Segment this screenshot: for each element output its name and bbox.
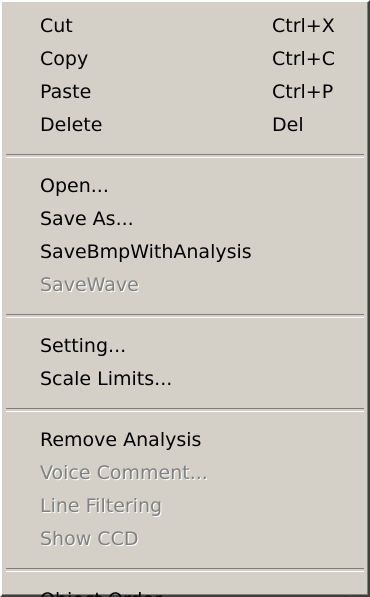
menu-item-label: Show CCD: [40, 528, 139, 550]
context-menu: Cut Ctrl+X Copy Ctrl+C Paste Ctrl+P Dele…: [0, 0, 370, 597]
shortcut-label: Ctrl+C: [272, 48, 335, 70]
menu-item-label: Object Order: [40, 589, 162, 597]
menu-item-label: SaveWave: [40, 274, 139, 296]
menu-item-label: SaveBmpWithAnalysis: [40, 241, 252, 263]
menu-item-copy[interactable]: Copy Ctrl+C: [2, 43, 368, 76]
menu-item-label: Cut: [40, 15, 73, 37]
menu-item-label: Scale Limits...: [40, 368, 173, 390]
menu-item-label: Open...: [40, 175, 109, 197]
menu-item-save-as[interactable]: Save As...: [2, 203, 368, 236]
menu-item-label: Paste: [40, 81, 92, 103]
menu-item-label: Voice Comment...: [40, 462, 208, 484]
menu-item-delete[interactable]: Delete Del: [2, 109, 368, 142]
menu-item-cut[interactable]: Cut Ctrl+X: [2, 10, 368, 43]
shortcut-label: Del: [272, 114, 304, 136]
menu-item-show-ccd: Show CCD: [2, 523, 368, 556]
menu-item-remove-analysis[interactable]: Remove Analysis: [2, 424, 368, 457]
menu-item-label: Delete: [40, 114, 103, 136]
menu-item-voice-comment: Voice Comment...: [2, 457, 368, 490]
shortcut-label: Ctrl+P: [272, 81, 334, 103]
menu-item-label: Copy: [40, 48, 89, 70]
menu-separator: [6, 408, 364, 412]
menu-separator: [6, 568, 364, 572]
menu-item-label: Remove Analysis: [40, 429, 202, 451]
menu-item-setting[interactable]: Setting...: [2, 330, 368, 363]
menu-item-label: Save As...: [40, 208, 134, 230]
shortcut-label: Ctrl+X: [272, 15, 335, 37]
menu-item-label: Setting...: [40, 335, 127, 357]
menu-item-paste[interactable]: Paste Ctrl+P: [2, 76, 368, 109]
menu-item-save-bmp-with-analysis[interactable]: SaveBmpWithAnalysis: [2, 236, 368, 269]
menu-item-open[interactable]: Open...: [2, 170, 368, 203]
menu-item-line-filtering: Line Filtering: [2, 490, 368, 523]
menu-item-scale-limits[interactable]: Scale Limits...: [2, 363, 368, 396]
menu-item-save-wave: SaveWave: [2, 269, 368, 302]
menu-item-object-order[interactable]: Object Order: [2, 584, 368, 597]
menu-separator: [6, 154, 364, 158]
menu-item-label: Line Filtering: [40, 495, 163, 517]
menu-separator: [6, 314, 364, 318]
